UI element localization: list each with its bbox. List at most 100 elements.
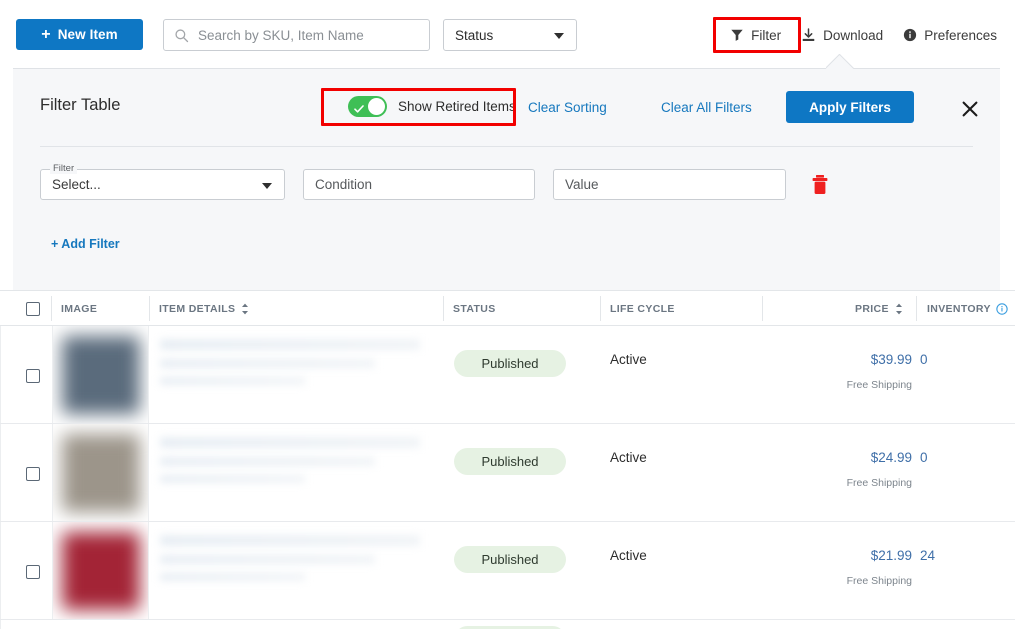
inventory-value[interactable]: 0 — [920, 352, 948, 367]
delete-filter-button[interactable] — [809, 173, 831, 197]
row-select-checkbox[interactable] — [26, 565, 40, 579]
toggle-knob — [368, 98, 385, 115]
status-badge: Published — [454, 350, 566, 377]
download-button[interactable]: Download — [791, 23, 893, 48]
filter-value-input[interactable]: Value — [553, 169, 786, 200]
status-badge: Published — [454, 546, 566, 573]
row-separator — [0, 326, 1, 423]
row-separator — [0, 424, 1, 521]
table-row[interactable]: Published Active $21.99 Free Shipping 24 — [0, 522, 1015, 620]
item-sku-redacted — [160, 457, 375, 466]
status-filter-value: Status — [455, 27, 494, 43]
status-filter-select[interactable]: Status — [443, 19, 577, 51]
info-circle-icon — [903, 28, 917, 42]
column-label: STATUS — [453, 302, 496, 315]
header-separator — [916, 296, 917, 321]
apply-filters-button[interactable]: Apply Filters — [786, 91, 914, 123]
price-cell: $21.99 Free Shipping — [760, 548, 912, 587]
chevron-down-icon — [262, 182, 272, 189]
column-header-inventory[interactable]: INVENTORY — [927, 291, 1015, 326]
item-thumbnail-cell — [52, 424, 149, 521]
panel-divider — [40, 146, 973, 147]
sort-arrows-icon — [241, 303, 249, 315]
select-all-checkbox-cell — [26, 291, 40, 326]
column-header-image: IMAGE — [61, 291, 97, 326]
price-value[interactable]: $39.99 — [760, 352, 912, 367]
filter-panel-pointer — [826, 54, 854, 69]
item-meta-redacted — [160, 475, 305, 483]
life-cycle-value: Active — [610, 352, 647, 367]
shipping-note: Free Shipping — [846, 575, 912, 587]
table-row[interactable]: Published Active $24.99 Free Shipping 0 — [0, 424, 1015, 522]
filter-field-floating-label: Filter — [50, 163, 78, 174]
column-label: PRICE — [855, 302, 889, 315]
item-name-redacted — [160, 339, 420, 350]
toolbar-actions: Filter Download Preferences — [720, 19, 1007, 51]
item-thumbnail-image — [61, 531, 140, 610]
new-item-button[interactable]: + New Item — [16, 19, 143, 50]
column-header-life-cycle: LIFE CYCLE — [610, 291, 675, 326]
column-label: ITEM DETAILS — [159, 302, 236, 315]
header-separator — [51, 296, 52, 321]
filter-value-placeholder: Value — [565, 177, 599, 192]
filter-condition-input[interactable]: Condition — [303, 169, 535, 200]
item-details-cell — [160, 535, 430, 597]
header-separator — [149, 296, 150, 321]
filter-table-panel: Filter Table Show Retired Items Clear So… — [13, 68, 1000, 290]
column-header-price[interactable]: PRICE — [855, 291, 903, 326]
table-header-row: IMAGE ITEM DETAILS STATUS LIFE CYCLE PRI… — [0, 290, 1015, 326]
close-panel-button[interactable] — [957, 96, 983, 122]
filter-button[interactable]: Filter — [720, 23, 791, 48]
row-separator — [0, 620, 1, 629]
toggle-switch[interactable] — [348, 96, 387, 117]
filter-panel-header: Filter Table Show Retired Items Clear So… — [13, 69, 1000, 146]
inventory-info-icon[interactable] — [996, 302, 1008, 315]
show-retired-items-label: Show Retired Items — [398, 99, 516, 114]
search-icon — [174, 28, 189, 43]
show-retired-items-toggle[interactable]: Show Retired Items — [348, 96, 516, 117]
table-row[interactable]: Published Active $39.99 Free Shipping 0 — [0, 326, 1015, 424]
item-thumbnail-cell — [52, 326, 149, 423]
column-label: LIFE CYCLE — [610, 302, 675, 315]
filter-panel-title: Filter Table — [40, 96, 121, 114]
status-badge: Published — [454, 448, 566, 475]
preferences-button[interactable]: Preferences — [893, 23, 1007, 48]
price-value[interactable]: $21.99 — [760, 548, 912, 563]
select-all-checkbox[interactable] — [26, 301, 40, 316]
item-name-redacted — [160, 535, 420, 546]
plus-icon: + — [41, 25, 51, 43]
clear-all-filters-button[interactable]: Clear All Filters — [661, 100, 752, 115]
price-value[interactable]: $24.99 — [760, 450, 912, 465]
page-toolbar: + New Item Status F — [0, 0, 1015, 68]
filter-field-select[interactable]: Filter Select... — [40, 163, 285, 200]
inventory-value[interactable]: 0 — [920, 450, 948, 465]
panel-right-gutter — [1000, 68, 1015, 290]
item-thumbnail-cell — [52, 522, 149, 619]
search-box[interactable] — [163, 19, 430, 51]
life-cycle-value: Active — [610, 548, 647, 563]
column-header-item-details[interactable]: ITEM DETAILS — [159, 291, 249, 326]
shipping-note: Free Shipping — [846, 379, 912, 391]
header-separator — [443, 296, 444, 321]
clear-sorting-button[interactable]: Clear Sorting — [528, 100, 607, 115]
column-header-status: STATUS — [453, 291, 496, 326]
row-select-checkbox[interactable] — [26, 369, 40, 383]
item-sku-redacted — [160, 555, 375, 564]
table-row[interactable] — [0, 620, 1015, 629]
items-table: IMAGE ITEM DETAILS STATUS LIFE CYCLE PRI… — [0, 290, 1015, 629]
add-filter-button[interactable]: + Add Filter — [51, 237, 120, 251]
funnel-icon — [730, 28, 744, 42]
inventory-items-page: + New Item Status F — [0, 0, 1015, 629]
row-select-checkbox[interactable] — [26, 467, 40, 481]
column-label: INVENTORY — [927, 302, 991, 315]
download-label: Download — [823, 27, 884, 43]
item-details-cell — [160, 437, 430, 499]
filter-condition-row: Filter Select... Condition Value — [40, 163, 831, 200]
filter-label: Filter — [751, 27, 782, 43]
search-input[interactable] — [198, 27, 418, 43]
header-separator — [762, 296, 763, 321]
inventory-value[interactable]: 24 — [920, 548, 948, 563]
item-sku-redacted — [160, 359, 375, 368]
chevron-down-icon — [554, 33, 564, 39]
trash-icon — [812, 174, 828, 194]
